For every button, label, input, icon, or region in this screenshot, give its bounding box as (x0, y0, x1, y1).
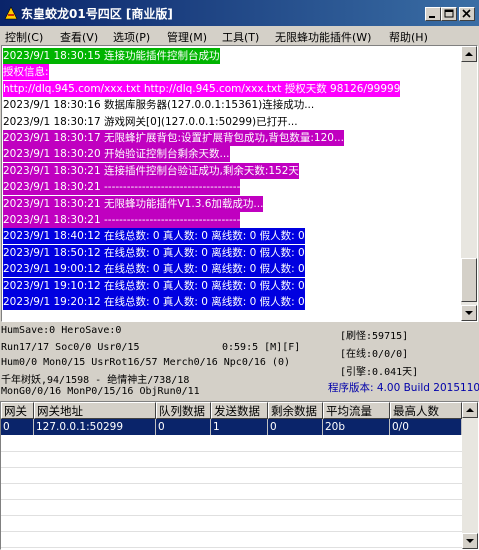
menu-options[interactable]: 选项(P) (113, 29, 150, 45)
grid-line (1, 467, 462, 468)
menu-tools[interactable]: 工具(T) (222, 29, 259, 45)
table-cell: 127.0.0.1:50299 (34, 419, 156, 435)
table-cell: 0 (268, 419, 323, 435)
grid-line (1, 515, 462, 516)
online-count: [在线:0/0/0] (340, 349, 409, 360)
hum-status: Hum0/0 Mon0/15 UsrRot16/57 Merch0/16 Npc… (1, 357, 290, 368)
column-header[interactable]: 网关 (1, 402, 34, 419)
engine-days: [引擎:0.041天] (340, 367, 419, 378)
grid-line (1, 483, 462, 484)
program-version: 程序版本: 4.00 Build 20151104 (328, 382, 479, 394)
grid-line (1, 451, 462, 452)
column-header[interactable]: 最高人数 (390, 402, 462, 419)
table-cell: 0 (156, 419, 211, 435)
minimize-button[interactable] (425, 7, 441, 21)
mong-status: MonG0/0/16 MonP0/15/16 ObjRun0/11 (1, 386, 200, 397)
arrow-up-icon (466, 408, 474, 412)
scroll-down-button[interactable] (461, 305, 477, 321)
arrow-up-icon (465, 52, 473, 56)
status-panel: HumSave:0 HeroSave:0 Run17/17 Soc0/0 Usr… (0, 322, 479, 400)
menu-manage[interactable]: 管理(M) (167, 29, 207, 45)
log-line: 2023/9/1 18:30:21 ----------------------… (3, 212, 241, 228)
log-panel[interactable]: 2023/9/1 18:30:15 连接功能插件控制台成功 授权信息: http:/… (1, 45, 478, 322)
arrow-down-icon (466, 539, 474, 543)
scroll-thumb[interactable] (461, 258, 477, 302)
refresh-monster-count: [刷怪:59715] (340, 331, 409, 342)
column-header[interactable]: 平均流量 (323, 402, 390, 419)
log-line: 授权信息: (3, 64, 49, 81)
table-cell: 0/0 (390, 419, 462, 435)
menu-help[interactable]: 帮助(H) (389, 29, 428, 45)
table-row[interactable]: 0 127.0.0.1:50299 0 1 0 20b 0/0 (1, 419, 462, 435)
column-header[interactable]: 发送数据 (211, 402, 268, 419)
timer-status: 0:59:5 [M][F] (222, 342, 301, 353)
log-line: 2023/9/1 18:30:21 ----------------------… (3, 179, 241, 196)
map-status: 千年树妖,94/1598 - 绝情神主/738/18 (1, 375, 190, 386)
arrow-down-icon (465, 311, 473, 315)
title-bar[interactable]: 东皇蛟龙01号四区 [商业版] (0, 0, 479, 26)
close-icon (462, 9, 471, 18)
scroll-up-button[interactable] (461, 46, 477, 62)
gateway-table[interactable]: 网关 网关地址 队列数据 发送数据 剩余数据 平均流量 最高人数 0 127.0.0.1:50… (0, 401, 479, 550)
menu-bar: 控制(C) 查看(V) 选项(P) 管理(M) 工具(T) 无限蜂功能插件(W)… (0, 26, 479, 45)
grid-line (1, 499, 462, 500)
log-line: 2023/9/1 18:30:17 游戏网关[0](127.0.0.1:5029… (3, 115, 298, 128)
log-line: 2023/9/1 18:50:12 在线总数: 0 真人数: 0 离线数: 0 … (3, 244, 305, 261)
column-header[interactable]: 队列数据 (156, 402, 211, 419)
window-title: 东皇蛟龙01号四区 [商业版] (21, 7, 173, 21)
minimize-icon (429, 16, 435, 18)
log-line: 2023/9/1 18:30:21 无限蜂功能插件V1.3.6加载成功... (3, 195, 264, 212)
log-line: 2023/9/1 18:30:20 开始验证控制台剩余天数... (3, 146, 230, 163)
app-icon (4, 6, 18, 20)
log-line: 2023/9/1 19:20:12 在线总数: 0 真人数: 0 离线数: 0 … (3, 294, 305, 310)
run-status: Run17/17 Soc0/0 Usr0/15 (1, 342, 140, 353)
table-cell: 20b (323, 419, 390, 435)
column-header[interactable]: 剩余数据 (268, 402, 323, 419)
save-status: HumSave:0 HeroSave:0 (1, 325, 122, 336)
table-scroll-up-button[interactable] (462, 402, 478, 418)
table-cell: 0 (1, 419, 34, 435)
log-line: 2023/9/1 18:30:17 无限蜂扩展背包:设置扩展背包成功,背包数量:… (3, 130, 344, 146)
log-line: 2023/9/1 19:10:12 在线总数: 0 真人数: 0 离线数: 0 … (3, 277, 305, 294)
maximize-icon (444, 9, 454, 18)
menu-view[interactable]: 查看(V) (60, 29, 98, 45)
grid-line (1, 531, 462, 532)
table-scrollbar[interactable] (462, 402, 478, 549)
column-header[interactable]: 网关地址 (34, 402, 156, 419)
grid-line (1, 547, 462, 548)
log-scrollbar[interactable] (461, 46, 477, 321)
table-cell: 1 (211, 419, 268, 435)
log-line: http://dlq.945.com/xxx.txt http://dlq.94… (3, 80, 401, 97)
log-line: 2023/9/1 18:40:12 在线总数: 0 真人数: 0 离线数: 0 … (3, 228, 305, 245)
maximize-button[interactable] (441, 7, 457, 21)
menu-control[interactable]: 控制(C) (5, 29, 43, 45)
log-line: 2023/9/1 18:30:15 连接功能插件控制台成功 (3, 48, 220, 64)
table-scroll-down-button[interactable] (462, 533, 478, 549)
menu-wxf-plugin[interactable]: 无限蜂功能插件(W) (275, 29, 371, 45)
log-line: 2023/9/1 18:30:21 连接插件控制台验证成功,剩余天数:152天 (3, 162, 299, 179)
close-button[interactable] (459, 7, 475, 21)
log-line: 2023/9/1 18:30:16 数据库服务器(127.0.0.1:15361… (3, 99, 315, 112)
log-line: 2023/9/1 19:00:12 在线总数: 0 真人数: 0 离线数: 0 … (3, 261, 305, 278)
